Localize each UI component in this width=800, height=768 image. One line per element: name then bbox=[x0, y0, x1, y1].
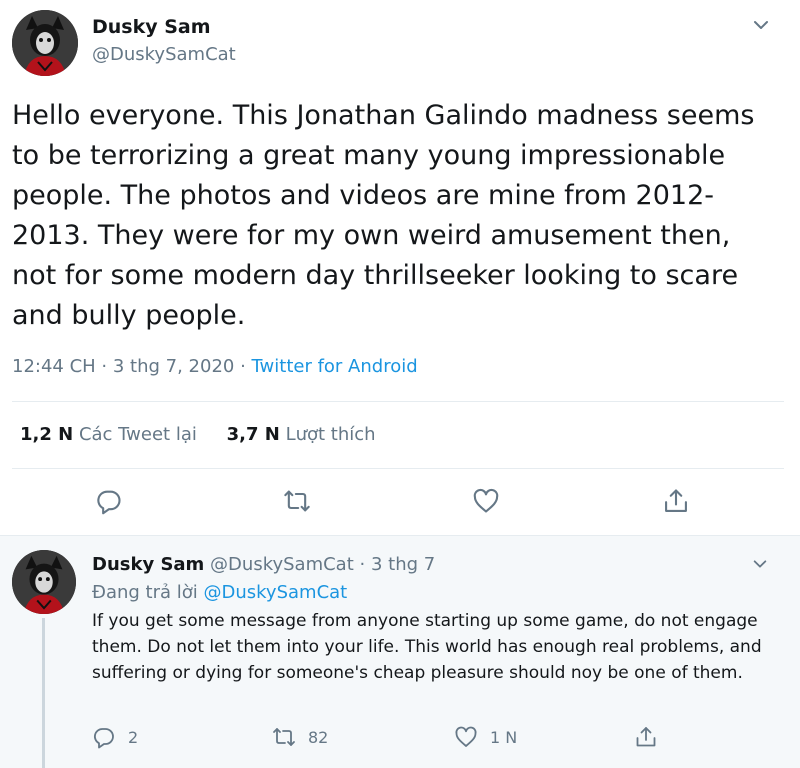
replying-to: Đang trả lời @DuskySamCat bbox=[92, 582, 347, 603]
retweets-stat[interactable]: 1,2 N Các Tweet lại bbox=[20, 424, 197, 445]
like-icon[interactable] bbox=[472, 487, 500, 515]
chevron-down-icon[interactable] bbox=[752, 16, 770, 34]
share-action[interactable] bbox=[634, 724, 658, 750]
author-avatar[interactable] bbox=[12, 10, 78, 76]
meta-separator: · bbox=[234, 356, 252, 377]
tweet-source[interactable]: Twitter for Android bbox=[252, 356, 418, 377]
reply-action[interactable]: 2 bbox=[92, 724, 138, 750]
tweet-timestamp[interactable]: 12:44 CH · 3 thg 7, 2020 bbox=[12, 356, 234, 377]
author-name[interactable]: Dusky Sam bbox=[92, 16, 211, 38]
reply-author-name[interactable]: Dusky Sam bbox=[92, 554, 204, 575]
reply-author-avatar[interactable] bbox=[12, 550, 76, 614]
retweet-count: 82 bbox=[308, 727, 329, 747]
main-tweet: Dusky Sam @DuskySamCat Hello everyone. T… bbox=[0, 0, 800, 535]
reply-count: 2 bbox=[128, 727, 139, 747]
tweet-text: Hello everyone. This Jonathan Galindo ma… bbox=[12, 100, 755, 331]
reply-header: Dusky Sam @DuskySamCat · 3 thg 7 bbox=[92, 554, 435, 575]
retweet-action[interactable]: 82 bbox=[272, 724, 328, 750]
like-count: 1 N bbox=[490, 727, 518, 747]
reply-date[interactable]: · 3 thg 7 bbox=[360, 554, 436, 575]
divider bbox=[12, 401, 784, 402]
replying-mention[interactable]: @DuskySamCat bbox=[204, 582, 348, 603]
likes-count: 3,7 N bbox=[226, 424, 280, 445]
reply-text: If you get some message from anyone star… bbox=[92, 611, 762, 683]
avatar-image bbox=[12, 550, 76, 614]
tweet-meta: 12:44 CH · 3 thg 7, 2020 · Twitter for A… bbox=[12, 356, 418, 377]
retweet-icon[interactable] bbox=[283, 487, 311, 515]
chevron-down-icon[interactable] bbox=[752, 556, 768, 572]
retweets-count: 1,2 N bbox=[20, 424, 74, 445]
share-icon bbox=[636, 727, 656, 747]
likes-label: Lượt thích bbox=[285, 424, 376, 445]
divider bbox=[12, 468, 784, 469]
reply-author-handle[interactable]: @DuskySamCat bbox=[210, 554, 354, 575]
avatar-image bbox=[12, 10, 78, 76]
reply-icon[interactable] bbox=[95, 487, 123, 515]
like-icon bbox=[455, 726, 477, 747]
reply-icon bbox=[94, 728, 114, 749]
tweet-stats: 1,2 N Các Tweet lại 3,7 N Lượt thích bbox=[20, 424, 376, 445]
retweets-label: Các Tweet lại bbox=[78, 424, 197, 445]
reply-tweet[interactable]: Dusky Sam @DuskySamCat · 3 thg 7 Đang tr… bbox=[0, 535, 800, 768]
share-icon[interactable] bbox=[662, 487, 690, 515]
thread-line bbox=[42, 618, 45, 768]
likes-stat[interactable]: 3,7 N Lượt thích bbox=[227, 424, 376, 445]
retweet-icon bbox=[273, 728, 295, 746]
like-action[interactable]: 1 N bbox=[454, 724, 517, 750]
replying-label: Đang trả lời bbox=[92, 582, 198, 603]
author-handle[interactable]: @DuskySamCat bbox=[92, 44, 236, 65]
